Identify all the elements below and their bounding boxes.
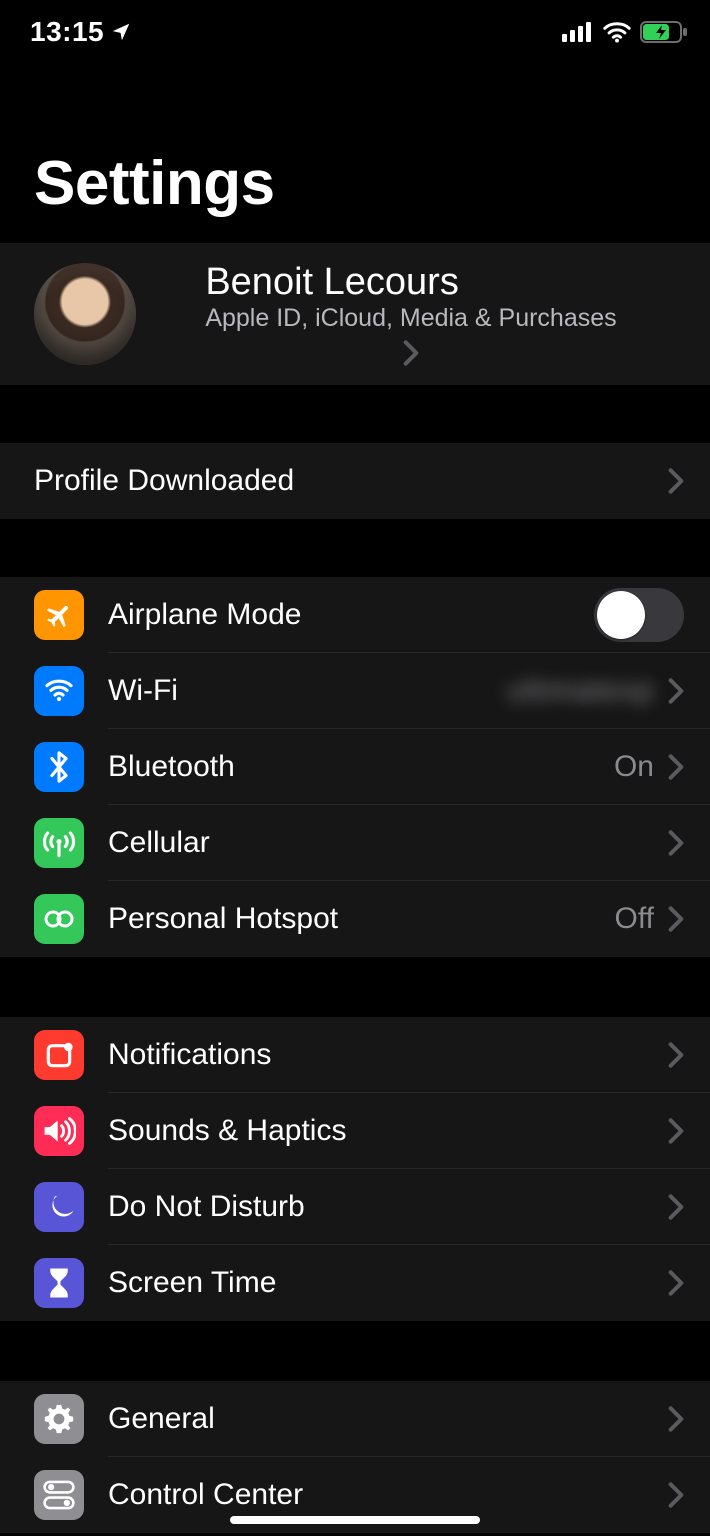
bluetooth-row[interactable]: Bluetooth On: [0, 729, 710, 805]
home-indicator[interactable]: [230, 1516, 480, 1524]
airplane-mode-toggle[interactable]: [594, 588, 684, 642]
chevron-right-icon: [668, 1405, 684, 1433]
account-subtitle: Apple ID, iCloud, Media & Purchases: [205, 304, 616, 333]
chevron-right-icon: [668, 1117, 684, 1145]
airplane-mode-row[interactable]: Airplane Mode: [0, 577, 710, 653]
gear-icon: [34, 1394, 84, 1444]
cellular-label: Cellular: [108, 826, 668, 860]
notifications-icon: [34, 1030, 84, 1080]
chevron-right-icon: [668, 753, 684, 781]
account-group: Benoit Lecours Apple ID, iCloud, Media &…: [0, 243, 710, 385]
account-row[interactable]: Benoit Lecours Apple ID, iCloud, Media &…: [0, 243, 710, 385]
chevron-right-icon: [668, 905, 684, 933]
chevron-right-icon: [668, 1269, 684, 1297]
airplane-icon: [34, 590, 84, 640]
sounds-icon: [34, 1106, 84, 1156]
screentime-label: Screen Time: [108, 1266, 668, 1300]
chevron-right-icon: [668, 1481, 684, 1509]
profile-downloaded-row[interactable]: Profile Downloaded: [0, 443, 710, 519]
profile-group: Profile Downloaded: [0, 443, 710, 519]
hotspot-icon: [34, 894, 84, 944]
cellular-icon: [34, 818, 84, 868]
wifi-row[interactable]: Wi-Fi ultimatexp: [0, 653, 710, 729]
status-time: 13:15: [30, 16, 104, 48]
bluetooth-label: Bluetooth: [108, 750, 614, 784]
personal-hotspot-label: Personal Hotspot: [108, 902, 615, 936]
cellular-icon: [562, 22, 594, 42]
connectivity-group: Airplane Mode Wi-Fi ultimatexp Bluetooth…: [0, 577, 710, 957]
chevron-right-icon: [668, 829, 684, 857]
control-center-label: Control Center: [108, 1478, 668, 1512]
dnd-row[interactable]: Do Not Disturb: [0, 1169, 710, 1245]
control-center-icon: [34, 1470, 84, 1520]
account-text: Benoit Lecours Apple ID, iCloud, Media &…: [164, 261, 684, 367]
bluetooth-value: On: [614, 750, 654, 784]
sounds-row[interactable]: Sounds & Haptics: [0, 1093, 710, 1169]
dnd-label: Do Not Disturb: [108, 1190, 668, 1224]
cellular-row[interactable]: Cellular: [0, 805, 710, 881]
wifi-label: Wi-Fi: [108, 674, 507, 708]
chevron-right-icon: [403, 339, 419, 367]
chevron-right-icon: [668, 1041, 684, 1069]
chevron-right-icon: [668, 1193, 684, 1221]
page-title: Settings: [0, 58, 710, 243]
general-group: General Control Center: [0, 1381, 710, 1533]
wifi-icon: [602, 21, 632, 43]
wifi-icon: [34, 666, 84, 716]
general-row[interactable]: General: [0, 1381, 710, 1457]
bluetooth-icon: [34, 742, 84, 792]
location-icon: [110, 21, 132, 43]
hourglass-icon: [34, 1258, 84, 1308]
battery-charging-icon: [640, 20, 688, 44]
personal-hotspot-value: Off: [615, 902, 654, 936]
moon-icon: [34, 1182, 84, 1232]
airplane-mode-label: Airplane Mode: [108, 598, 594, 632]
alerts-group: Notifications Sounds & Haptics Do Not Di…: [0, 1017, 710, 1321]
personal-hotspot-row[interactable]: Personal Hotspot Off: [0, 881, 710, 957]
status-bar: 13:15: [0, 0, 710, 58]
chevron-right-icon: [668, 677, 684, 705]
chevron-right-icon: [668, 467, 684, 495]
profile-downloaded-label: Profile Downloaded: [34, 464, 294, 498]
notifications-row[interactable]: Notifications: [0, 1017, 710, 1093]
screentime-row[interactable]: Screen Time: [0, 1245, 710, 1321]
notifications-label: Notifications: [108, 1038, 668, 1072]
status-right: [562, 20, 688, 44]
status-left: 13:15: [30, 16, 132, 48]
sounds-label: Sounds & Haptics: [108, 1114, 668, 1148]
avatar: [34, 263, 136, 365]
general-label: General: [108, 1402, 668, 1436]
wifi-value: ultimatexp: [507, 674, 654, 708]
account-name: Benoit Lecours: [205, 261, 616, 304]
